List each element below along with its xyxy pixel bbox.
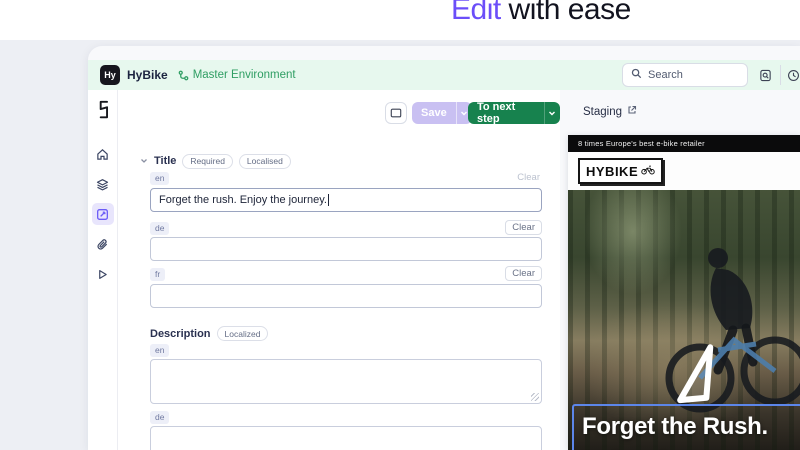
staging-link[interactable]: Staging — [583, 105, 637, 118]
required-badge: Required — [182, 153, 233, 169]
hero-photo: Forget the Rush. Enjoy the Journey. Disc… — [568, 190, 800, 450]
lang-chip-en: en — [150, 172, 170, 185]
screenshot-root: Edit with ease Hy HyBike Master Environm… — [0, 0, 800, 450]
editor-panel: Save To next step Title Required Localis… — [118, 90, 560, 450]
app-window: Hy HyBike Master Environment Search Save… — [88, 46, 800, 450]
title-field-label: Title — [154, 155, 177, 167]
site-logo-text: HYBIKE — [586, 163, 639, 179]
site-logo: HYBIKE — [578, 158, 664, 184]
clear-button-de[interactable]: Clear — [505, 220, 542, 235]
title-field-header: Title Required Localised — [140, 152, 291, 170]
title-input-en[interactable]: Forget the rush. Enjoy the journey. — [150, 188, 542, 212]
content-editor-icon[interactable] — [91, 203, 114, 225]
text-caret — [327, 194, 329, 206]
clock-button[interactable] — [782, 64, 800, 86]
resize-handle[interactable] — [531, 393, 539, 401]
space-name[interactable]: HyBike — [127, 68, 168, 82]
document-search-button[interactable] — [754, 64, 776, 86]
cursor-pointer-icon — [666, 342, 722, 409]
lang-chip-fr: fr — [150, 268, 166, 281]
search-placeholder: Search — [648, 69, 683, 81]
home-icon[interactable] — [92, 143, 114, 165]
preview-mode-button[interactable] — [385, 102, 407, 124]
environment-bar: Hy HyBike Master Environment Search — [88, 60, 800, 90]
lang-chip-de: de — [150, 222, 170, 235]
collapse-chevron-icon[interactable] — [140, 152, 148, 170]
site-headline[interactable]: Forget the Rush. Enjoy the Journey. — [582, 409, 790, 450]
next-step-label: To next step — [477, 101, 516, 125]
search-icon — [631, 66, 642, 84]
title-input-fr[interactable] — [150, 284, 542, 308]
save-button-label: Save — [421, 107, 447, 119]
localised-badge: Localised — [238, 153, 291, 169]
title-input-de[interactable] — [150, 237, 542, 261]
description-field-label: Description — [150, 327, 211, 340]
app-sidebar — [88, 90, 118, 450]
desc-lang-chip-en: en — [150, 344, 170, 357]
clear-button-en[interactable]: Clear — [517, 172, 540, 183]
page-title-accent: Edit — [451, 0, 501, 26]
localized-badge: Localized — [216, 326, 269, 341]
bike-icon — [641, 162, 655, 180]
external-link-icon — [627, 105, 637, 118]
assets-icon[interactable] — [92, 233, 114, 255]
site-headline-line1: Forget the Rush. — [582, 413, 768, 440]
site-logo-bar: HYBIKE — [568, 152, 800, 190]
staging-label: Staging — [583, 105, 623, 118]
clear-button-fr[interactable]: Clear — [505, 266, 542, 281]
play-icon[interactable] — [92, 263, 114, 285]
desc-lang-chip-de: de — [150, 411, 170, 424]
search-input[interactable]: Search — [622, 63, 748, 87]
description-field-header: Description Localized — [150, 326, 269, 341]
save-button[interactable]: Save — [412, 102, 472, 124]
app-logo-icon[interactable] — [95, 100, 110, 125]
page-title: Edit with ease — [451, 0, 631, 27]
branch-icon — [178, 70, 189, 81]
description-textarea-en[interactable] — [150, 359, 542, 404]
next-step-button[interactable]: To next step — [468, 101, 560, 125]
toolbar-divider — [780, 65, 781, 85]
space-logo[interactable]: Hy — [100, 65, 120, 85]
site-top-banner: 8 times Europe's best e-bike retailer — [568, 135, 800, 152]
environment-label[interactable]: Master Environment — [193, 69, 296, 81]
page-title-rest: with ease — [500, 0, 632, 26]
description-textarea-de[interactable] — [150, 426, 542, 450]
site-headline-line2: Enjoy the Journey. — [582, 445, 790, 450]
site-preview: 8 times Europe's best e-bike retailer HY… — [568, 135, 800, 450]
next-step-dropdown-button[interactable] — [543, 102, 560, 124]
layers-icon[interactable] — [92, 173, 114, 195]
title-input-en-value: Forget the rush. Enjoy the journey. — [159, 194, 327, 206]
